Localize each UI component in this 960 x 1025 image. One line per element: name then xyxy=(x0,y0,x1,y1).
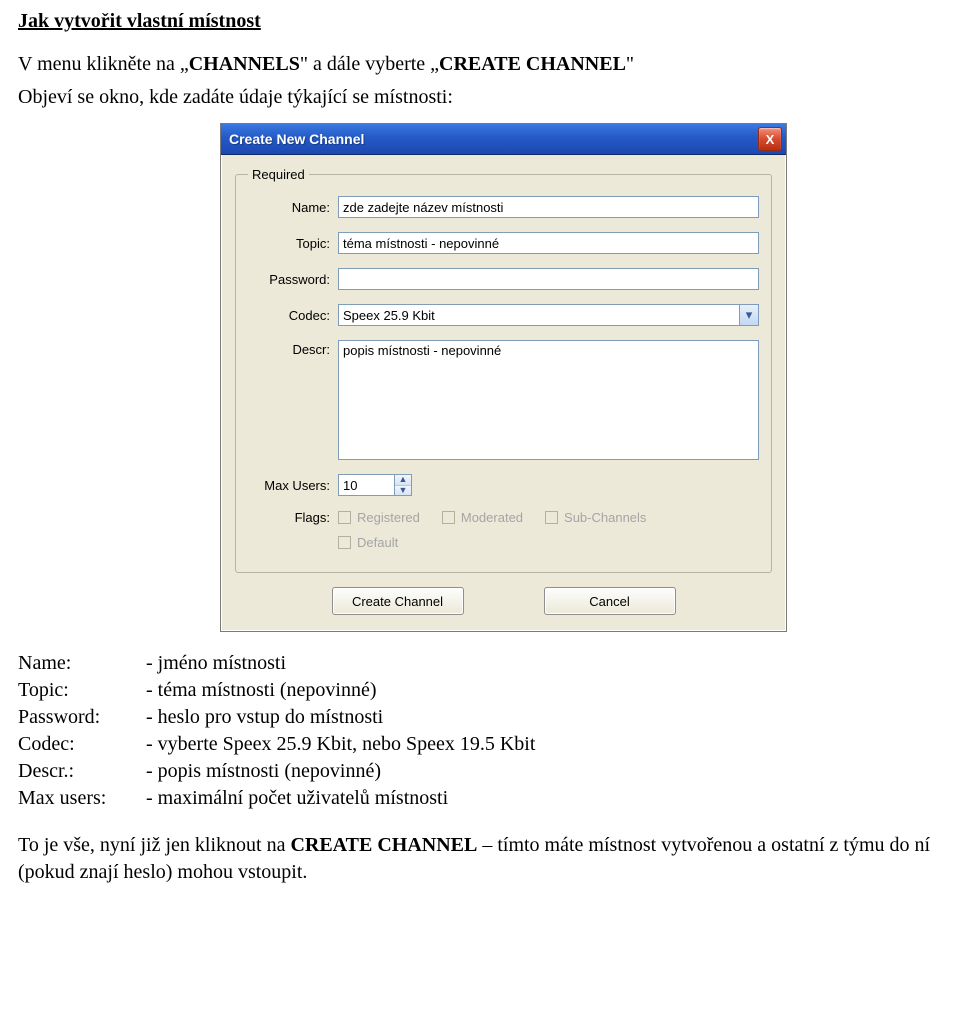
button-label: Create Channel xyxy=(352,594,443,609)
close-button[interactable]: X xyxy=(758,127,782,151)
intro-line-2: Objeví se okno, kde zadáte údaje týkajíc… xyxy=(18,84,942,111)
row-descr: Descr: xyxy=(248,340,759,460)
explain-row: Topic: - téma místnosti (nepovinné) xyxy=(18,677,942,704)
text: " a dále vyberte „ xyxy=(300,53,439,75)
intro-line-1: V menu klikněte na „CHANNELS" a dále vyb… xyxy=(18,51,942,78)
dialog-title: Create New Channel xyxy=(229,131,364,147)
checkbox-icon xyxy=(442,511,455,524)
text: V menu klikněte na „ xyxy=(18,53,189,75)
descr-input[interactable] xyxy=(338,340,759,460)
explain-row: Descr.: - popis místnosti (nepovinné) xyxy=(18,758,942,785)
codec-select[interactable]: Speex 25.9 Kbit ▾ xyxy=(338,304,759,326)
topic-input[interactable] xyxy=(338,232,759,254)
explain-value: - téma místnosti (nepovinné) xyxy=(146,677,377,704)
checkbox-label: Default xyxy=(357,535,398,550)
codec-value: Speex 25.9 Kbit xyxy=(343,308,435,323)
explain-key: Codec: xyxy=(18,731,146,758)
row-name: Name: xyxy=(248,196,759,218)
text-bold: CREATE CHANNEL xyxy=(290,834,477,856)
explain-value: - jméno místnosti xyxy=(146,650,286,677)
explain-value: - heslo pro vstup do místnosti xyxy=(146,704,383,731)
required-group: Required Name: Topic: Password: Codec: xyxy=(235,167,772,573)
password-input[interactable] xyxy=(338,268,759,290)
explain-key: Topic: xyxy=(18,677,146,704)
row-password: Password: xyxy=(248,268,759,290)
label-flags: Flags: xyxy=(248,510,338,525)
explain-key: Descr.: xyxy=(18,758,146,785)
name-input[interactable] xyxy=(338,196,759,218)
chevron-down-icon: ▾ xyxy=(739,305,758,325)
row-topic: Topic: xyxy=(248,232,759,254)
explain-row: Max users: - maximální počet uživatelů m… xyxy=(18,785,942,812)
max-users-input[interactable] xyxy=(338,474,394,496)
checkbox-label: Sub-Channels xyxy=(564,510,646,525)
cancel-button[interactable]: Cancel xyxy=(544,587,676,615)
create-channel-button[interactable]: Create Channel xyxy=(332,587,464,615)
label-max-users: Max Users: xyxy=(248,478,338,493)
checkbox-label: Moderated xyxy=(461,510,523,525)
explain-row: Codec: - vyberte Speex 25.9 Kbit, nebo S… xyxy=(18,731,942,758)
chevron-down-icon[interactable]: ▼ xyxy=(395,486,411,496)
explain-key: Password: xyxy=(18,704,146,731)
row-default: Default xyxy=(338,535,759,550)
explain-row: Name: - jméno místnosti xyxy=(18,650,942,677)
conclusion: To je vše, nyní již jen kliknout na CREA… xyxy=(18,832,942,886)
text-bold: CHANNELS xyxy=(189,53,300,75)
max-users-stepper[interactable]: ▲ ▼ xyxy=(338,474,412,496)
chevron-up-icon[interactable]: ▲ xyxy=(395,475,411,486)
spinner-buttons[interactable]: ▲ ▼ xyxy=(394,474,412,496)
label-descr: Descr: xyxy=(248,340,338,357)
row-codec: Codec: Speex 25.9 Kbit ▾ xyxy=(248,304,759,326)
text: " xyxy=(626,53,634,75)
checkbox-default: Default xyxy=(338,535,398,550)
explain-value: - vyberte Speex 25.9 Kbit, nebo Speex 19… xyxy=(146,731,535,758)
checkbox-moderated: Moderated xyxy=(442,510,523,525)
checkbox-icon xyxy=(545,511,558,524)
group-legend: Required xyxy=(248,167,309,182)
row-flags: Flags: Registered Moderated Sub-Chann xyxy=(248,510,759,525)
explain-key: Name: xyxy=(18,650,146,677)
text-bold: CREATE CHANNEL xyxy=(439,53,626,75)
label-name: Name: xyxy=(248,200,338,215)
explain-key: Max users: xyxy=(18,785,146,812)
checkbox-registered: Registered xyxy=(338,510,420,525)
checkbox-label: Registered xyxy=(357,510,420,525)
field-explanations: Name: - jméno místnosti Topic: - téma mí… xyxy=(18,650,942,812)
dialog-body: Required Name: Topic: Password: Codec: xyxy=(221,155,786,631)
close-icon: X xyxy=(766,133,775,146)
checkbox-icon xyxy=(338,511,351,524)
page-title: Jak vytvořit vlastní místnost xyxy=(18,10,942,33)
flags-group: Registered Moderated Sub-Channels xyxy=(338,510,646,525)
explain-row: Password: - heslo pro vstup do místnosti xyxy=(18,704,942,731)
dialog-titlebar[interactable]: Create New Channel X xyxy=(221,124,786,155)
create-channel-dialog: Create New Channel X Required Name: Topi… xyxy=(220,123,787,632)
dialog-buttons: Create Channel Cancel xyxy=(235,587,772,615)
row-max-users: Max Users: ▲ ▼ xyxy=(248,474,759,496)
explain-value: - maximální počet uživatelů místnosti xyxy=(146,785,448,812)
checkbox-sub-channels: Sub-Channels xyxy=(545,510,646,525)
label-codec: Codec: xyxy=(248,308,338,323)
checkbox-icon xyxy=(338,536,351,549)
explain-value: - popis místnosti (nepovinné) xyxy=(146,758,381,785)
text: To je vše, nyní již jen kliknout na xyxy=(18,834,290,856)
button-label: Cancel xyxy=(589,594,629,609)
label-password: Password: xyxy=(248,272,338,287)
label-topic: Topic: xyxy=(248,236,338,251)
